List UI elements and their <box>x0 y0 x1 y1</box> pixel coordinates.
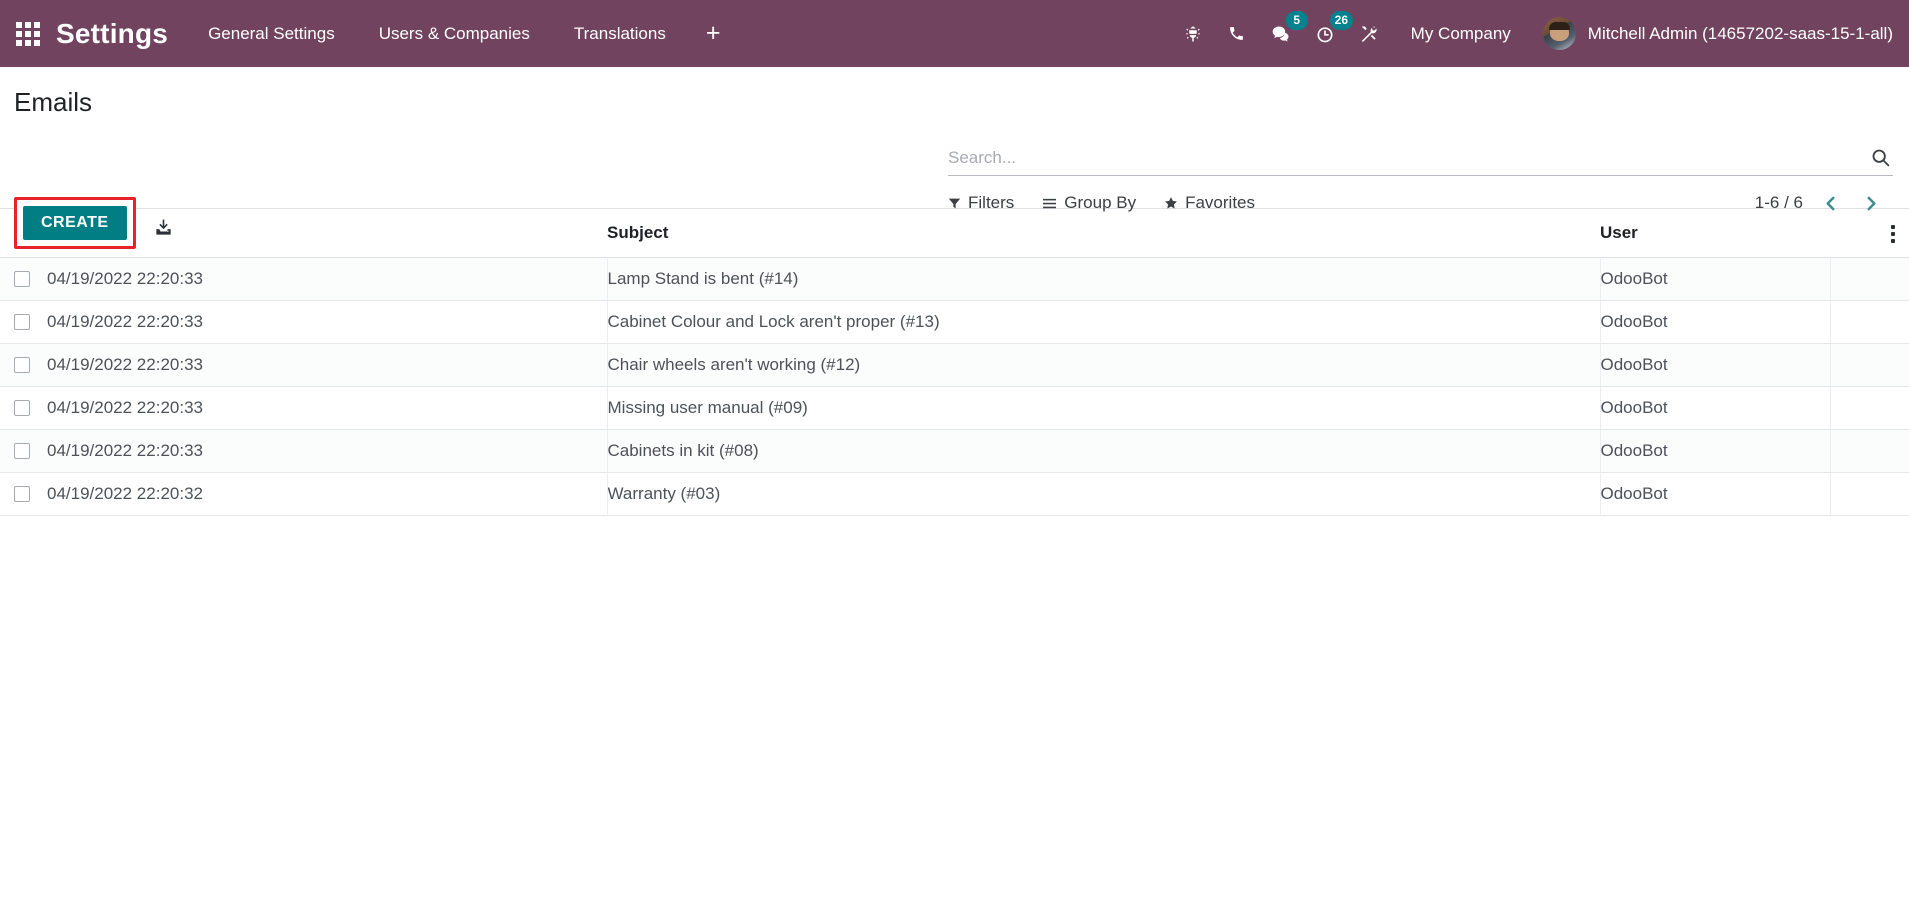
debug-menu-button[interactable] <box>1171 0 1215 67</box>
tools-wrench-icon <box>1361 25 1377 42</box>
row-select-cell <box>0 300 47 344</box>
nav-item-general-settings[interactable]: General Settings <box>186 0 357 67</box>
row-spacer-cell <box>1830 257 1909 301</box>
nav-item-label: General Settings <box>208 23 335 43</box>
plus-icon: + <box>705 19 721 47</box>
table-row[interactable]: 04/19/2022 22:20:33 Cabinet Colour and Lo… <box>0 300 1909 344</box>
cell-subject: Chair wheels aren't working (#12) <box>607 343 1601 387</box>
row-checkbox[interactable] <box>14 486 30 502</box>
pager-next-button[interactable] <box>1858 194 1885 213</box>
search-input[interactable] <box>948 148 1860 168</box>
pager: 1-6 / 6 <box>1755 193 1885 213</box>
cell-subject: Lamp Stand is bent (#14) <box>607 257 1601 301</box>
row-spacer-cell <box>1830 429 1909 473</box>
apps-menu-toggle[interactable] <box>0 0 56 67</box>
row-checkbox[interactable] <box>14 443 30 459</box>
cell-subject: Cabinet Colour and Lock aren't proper (#… <box>607 300 1601 344</box>
table-row[interactable]: 04/19/2022 22:20:33 Cabinets in kit (#08)… <box>0 429 1909 473</box>
cell-subject: Missing user manual (#09) <box>607 386 1601 430</box>
cell-subject: Cabinets in kit (#08) <box>607 429 1601 473</box>
import-download-icon <box>155 219 171 235</box>
voip-phone-button[interactable] <box>1215 0 1259 67</box>
table-row[interactable]: 04/19/2022 22:20:33 Chair wheels aren't w… <box>0 343 1909 387</box>
search-dropdown-menus: Filters Group By Favorites <box>948 193 1255 213</box>
row-spacer-cell <box>1830 472 1909 516</box>
favorites-menu-label: Favorites <box>1185 193 1256 212</box>
table-row[interactable]: 04/19/2022 22:20:32 Warranty (#03) OdooBot <box>0 472 1909 516</box>
filters-menu-label: Filters <box>968 193 1015 212</box>
grid-apps-icon <box>16 21 40 46</box>
cell-subject: Warranty (#03) <box>607 472 1601 516</box>
chevron-right-icon <box>1867 196 1876 210</box>
cell-user: OdooBot <box>1600 386 1831 430</box>
pager-previous-button[interactable] <box>1817 194 1844 213</box>
cell-date: 04/19/2022 22:20:33 <box>47 300 608 344</box>
search-button[interactable] <box>1860 147 1893 168</box>
search-view <box>948 147 1893 176</box>
avatar <box>1542 17 1576 50</box>
systray: 5 26 My Company Mitchell Admin (14657202… <box>1171 0 1893 67</box>
phone-icon <box>1230 27 1244 40</box>
favorites-menu[interactable]: Favorites <box>1164 193 1255 213</box>
emails-table: Date Subject User 04/19/2022 22:20:33Lam… <box>0 209 1909 516</box>
user-menu-toggle[interactable]: Mitchell Admin (14657202-saas-15-1-all) <box>1531 0 1893 67</box>
row-select-cell <box>0 472 47 516</box>
row-select-cell <box>0 429 47 473</box>
messaging-menu-button[interactable]: 5 <box>1259 0 1308 67</box>
pager-value: 1-6 / 6 <box>1754 193 1803 212</box>
nav-add-menu-button[interactable]: + <box>688 0 739 67</box>
company-switcher[interactable]: My Company <box>1391 24 1531 44</box>
cell-user: OdooBot <box>1600 343 1831 387</box>
nav-item-label: Users & Companies <box>378 23 530 43</box>
app-brand-title[interactable]: Settings <box>56 18 186 50</box>
chevron-left-icon <box>1826 196 1835 210</box>
top-navbar: Settings General Settings Users & Compan… <box>0 0 1909 67</box>
user-name-label: Mitchell Admin (14657202-saas-15-1-all) <box>1587 23 1893 43</box>
create-button-highlight: CREATE <box>14 197 136 249</box>
cell-date: 04/19/2022 22:20:33 <box>47 257 608 301</box>
list-view: Date Subject User 04/19/2022 22:20:33Lam… <box>0 209 1909 897</box>
nav-item-users-companies[interactable]: Users & Companies <box>357 0 552 67</box>
row-checkbox[interactable] <box>14 400 30 416</box>
create-button[interactable]: CREATE <box>23 206 127 240</box>
cell-user: OdooBot <box>1600 472 1831 516</box>
cell-user: OdooBot <box>1600 257 1831 301</box>
table-row[interactable]: 04/19/2022 22:20:33 Lamp Stand is bent (#… <box>0 257 1909 301</box>
control-panel-top-row: Emails <box>0 67 1909 119</box>
breadcrumb[interactable]: Emails <box>14 85 92 119</box>
row-spacer-cell <box>1830 343 1909 387</box>
control-panel: Emails CREATE <box>0 67 1909 249</box>
cell-date: 04/19/2022 22:20:32 <box>47 472 608 516</box>
row-select-cell <box>0 386 47 430</box>
table-body: 04/19/2022 22:20:33 Lamp Stand is bent (#… <box>0 257 1909 516</box>
import-records-button[interactable] <box>154 218 173 237</box>
activity-menu-button[interactable]: 26 <box>1303 0 1354 67</box>
row-select-cell <box>0 257 47 301</box>
cell-date: 04/19/2022 22:20:33 <box>47 343 608 387</box>
search-magnifier-icon <box>1872 149 1890 167</box>
group-by-menu-label: Group By <box>1064 193 1137 212</box>
row-checkbox[interactable] <box>14 314 30 330</box>
cell-date: 04/19/2022 22:20:33 <box>47 386 608 430</box>
control-panel-bottom-row: CREATE Filters Group By Favorites 1-6 / … <box>0 193 1909 249</box>
web-tools-button[interactable] <box>1347 0 1391 67</box>
row-checkbox[interactable] <box>14 357 30 373</box>
row-select-cell <box>0 343 47 387</box>
filters-menu[interactable]: Filters <box>948 193 1014 213</box>
nav-item-label: Translations <box>573 23 666 43</box>
row-spacer-cell <box>1830 386 1909 430</box>
cell-date: 04/19/2022 22:20:33 <box>47 429 608 473</box>
row-spacer-cell <box>1830 300 1909 344</box>
nav-item-translations[interactable]: Translations <box>552 0 688 67</box>
filter-funnel-icon <box>948 197 961 210</box>
navbar-menu-list: General Settings Users & Companies Trans… <box>186 0 738 67</box>
debug-bug-icon <box>1185 25 1200 41</box>
group-bars-icon <box>1042 197 1057 210</box>
favorite-star-icon <box>1164 196 1178 210</box>
row-checkbox[interactable] <box>14 271 30 287</box>
cell-user: OdooBot <box>1600 429 1831 473</box>
table-row[interactable]: 04/19/2022 22:20:33 Missing user manual (… <box>0 386 1909 430</box>
group-by-menu[interactable]: Group By <box>1042 193 1136 213</box>
cell-user: OdooBot <box>1600 300 1831 344</box>
